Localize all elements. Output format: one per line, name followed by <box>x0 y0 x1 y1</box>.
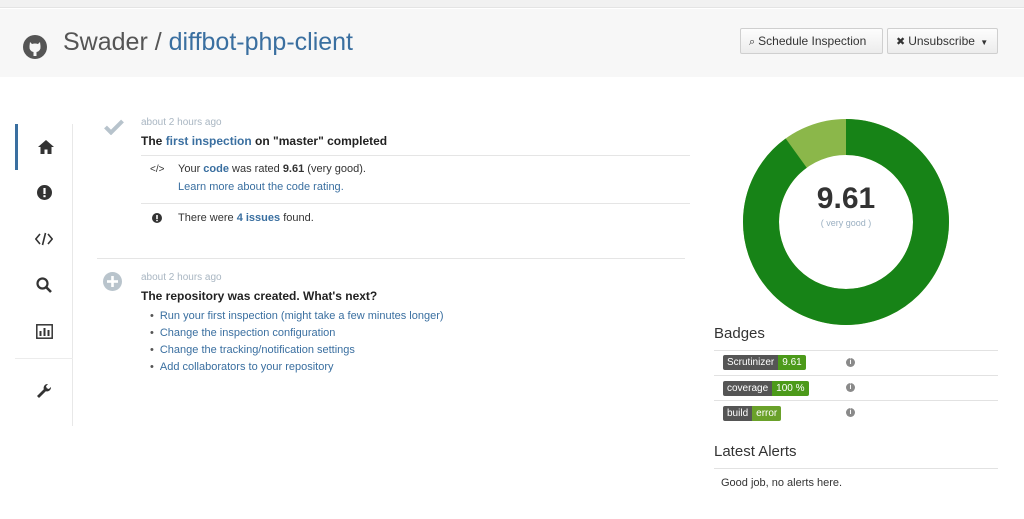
statistics-icon <box>35 323 53 339</box>
add-collaborators-link[interactable]: Add collaborators to your repository <box>160 361 334 373</box>
code-icon <box>35 232 53 246</box>
checkmark-icon <box>104 119 124 135</box>
nav-settings[interactable] <box>15 368 73 414</box>
unsubscribe-button[interactable]: ✖ Unsubscribe ▼ <box>887 28 998 54</box>
home-icon <box>37 140 54 154</box>
alerts-message: Good job, no alerts here. <box>721 477 843 489</box>
coverage-badge[interactable]: coverage 100 % <box>723 381 809 396</box>
badge-value: 100 % <box>772 381 809 396</box>
code-rating-text: Your code was rated 9.61 (very good). <box>178 163 366 175</box>
divider <box>141 155 690 156</box>
build-badge[interactable]: build error <box>723 406 782 421</box>
nav-code[interactable] <box>15 216 73 262</box>
repo-title: Swader / diffbot-php-client <box>63 28 353 57</box>
event-timestamp: about 2 hours ago <box>141 117 222 128</box>
info-icon[interactable]: i <box>846 383 855 392</box>
badge-value: 9.61 <box>778 355 806 370</box>
divider <box>714 468 998 469</box>
github-icon <box>23 35 47 59</box>
close-icon: ✖ <box>896 36 906 48</box>
info-icon[interactable]: i <box>846 358 855 367</box>
issues-icon <box>36 184 52 200</box>
nav-divider <box>15 358 73 359</box>
title-separator: / <box>154 28 162 56</box>
repo-owner-link[interactable]: Swader <box>63 28 148 56</box>
divider <box>714 350 998 351</box>
side-navigation <box>15 124 73 426</box>
repo-name-link[interactable]: diffbot-php-client <box>169 28 353 56</box>
change-configuration-link[interactable]: Change the inspection configuration <box>160 327 336 339</box>
nav-issues[interactable] <box>15 169 73 215</box>
schedule-inspection-button[interactable]: ⌕ Schedule Inspection <box>740 28 883 54</box>
badge-value: error <box>752 406 782 421</box>
wrench-icon <box>37 383 52 398</box>
list-item: • Change the inspection configuration <box>150 327 336 339</box>
caret-down-icon: ▼ <box>980 38 989 47</box>
change-tracking-link[interactable]: Change the tracking/notification setting… <box>160 344 355 356</box>
issues-link[interactable]: 4 issues <box>237 212 280 224</box>
search-icon: ⌕ <box>749 36 756 48</box>
event-title: The repository was created. What's next? <box>141 289 378 303</box>
divider <box>714 375 998 376</box>
info-icon[interactable]: i <box>846 408 855 417</box>
divider <box>141 203 690 204</box>
divider <box>97 258 685 259</box>
plus-circle-icon <box>103 272 122 291</box>
top-strip <box>0 0 1024 8</box>
event-timestamp: about 2 hours ago <box>141 272 222 283</box>
code-icon: </> <box>150 164 165 175</box>
run-inspection-link[interactable]: Run your first inspection (might take a … <box>160 310 444 322</box>
event-title: The first inspection on "master" complet… <box>141 134 388 148</box>
nav-home[interactable] <box>15 124 73 170</box>
score-label: ( very good ) <box>820 218 872 228</box>
score-value: 9.61 <box>816 182 876 215</box>
list-item: • Add collaborators to your repository <box>150 361 334 373</box>
nav-search[interactable] <box>15 262 73 308</box>
list-item: • Run your first inspection (might take a… <box>150 310 444 322</box>
rating-value: 9.61 <box>282 163 305 175</box>
first-inspection-link[interactable]: first inspection <box>166 134 252 148</box>
issues-icon <box>152 213 162 223</box>
list-item: • Change the tracking/notification settin… <box>150 344 355 356</box>
code-rating-link[interactable]: the code rating <box>268 181 341 193</box>
badges-heading: Badges <box>714 325 765 342</box>
divider <box>714 400 998 401</box>
learn-more-text: Learn more about the code rating. <box>178 181 344 193</box>
nav-statistics[interactable] <box>15 308 73 354</box>
alerts-heading: Latest Alerts <box>714 443 797 460</box>
issues-found-text: There were 4 issues found. <box>178 212 314 224</box>
scrutinizer-badge[interactable]: Scrutinizer 9.61 <box>723 355 806 370</box>
search-icon <box>36 277 52 293</box>
code-link[interactable]: code <box>203 163 229 175</box>
